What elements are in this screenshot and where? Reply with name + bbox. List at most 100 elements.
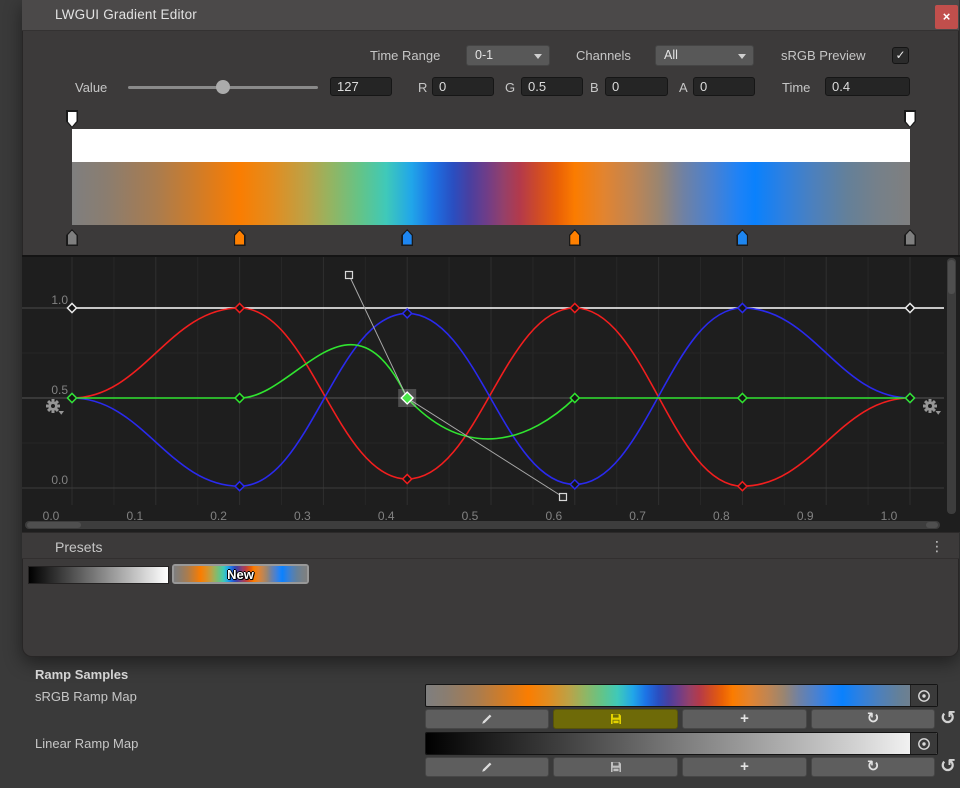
window-titlebar[interactable]: LWGUI Gradient Editor [22,0,959,31]
presets-menu-button[interactable]: ⋮ [930,539,944,553]
edit-ramp-button[interactable] [425,709,549,729]
gradient-color-bar[interactable] [72,162,910,225]
chevron-down-icon [534,54,542,59]
alpha-stop-marker[interactable] [904,110,916,128]
edit-ramp-button[interactable] [425,757,549,777]
curve-key[interactable] [905,393,914,402]
curve-key[interactable] [738,482,747,491]
a-label: A [679,80,688,95]
linear-ramp-gradient [426,733,937,754]
preset-black-to-white[interactable] [28,566,169,584]
floppy-save-icon [608,711,624,727]
save-ramp-button[interactable] [553,709,678,729]
object-picker-icon [916,736,932,752]
object-picker-icon [916,688,932,704]
check-icon: ✓ [895,48,905,62]
value-slider-handle[interactable] [216,80,230,94]
gear-icon[interactable] [46,399,60,413]
add-ramp-button[interactable]: + [682,757,807,777]
tangent-handle[interactable] [346,272,353,279]
close-icon: × [943,9,951,24]
curve-key[interactable] [235,482,244,491]
color-stop-marker[interactable] [66,229,78,246]
y-tick-label: 0.5 [51,383,68,397]
refresh-ramp-button[interactable]: ↻ [811,757,935,777]
presets-title: Presets [55,539,102,555]
refresh-icon: ↻ [867,758,880,776]
undo-button[interactable]: ↺ [940,709,956,728]
y-tick-label: 1.0 [51,293,68,307]
r-label: R [418,80,427,95]
time-range-label: Time Range [370,48,440,63]
color-stop-marker[interactable] [234,229,246,246]
curve-editor-panel[interactable]: 0.00.10.20.30.40.50.60.70.80.91.01.00.50… [22,255,960,532]
curve-key[interactable] [570,303,579,312]
color-stop-marker[interactable] [569,229,581,246]
ramp-samples-title: Ramp Samples [35,667,128,682]
save-ramp-button[interactable] [553,757,678,777]
b-field[interactable]: 0 [605,77,668,96]
plus-icon: + [740,758,749,776]
object-picker-button[interactable] [910,733,937,754]
preset-new-label: New [174,566,307,582]
undo-icon: ↺ [940,756,956,777]
curve-key[interactable] [67,393,76,402]
curve-key[interactable] [403,309,412,318]
b-label: B [590,80,599,95]
curve-editor[interactable]: 0.00.10.20.30.40.50.60.70.80.91.01.00.50… [22,257,960,532]
srgb-preview-label: sRGB Preview [781,48,866,63]
horizontal-scrollbar[interactable] [25,521,940,529]
r-field[interactable]: 0 [432,77,494,96]
undo-button[interactable]: ↺ [940,757,956,776]
add-ramp-button[interactable]: + [682,709,807,729]
time-field[interactable]: 0.4 [825,77,910,96]
g-field[interactable]: 0.5 [521,77,583,96]
curve-key[interactable] [738,393,747,402]
vertical-scrollbar-cap[interactable] [948,260,955,294]
object-picker-button[interactable] [910,685,937,706]
refresh-icon: ↻ [867,710,880,728]
close-button[interactable]: × [935,5,958,29]
curve-key[interactable] [738,303,747,312]
gear-icon[interactable] [923,399,937,413]
g-label: G [505,80,515,95]
presets-header: Presets ⋮ [22,532,959,559]
curve-key[interactable] [235,393,244,402]
curve-key[interactable] [403,474,412,483]
chevron-down-icon [738,54,746,59]
a-field[interactable]: 0 [693,77,755,96]
gear-dropdown-arrow-icon[interactable] [936,411,942,415]
srgb-ramp-preview[interactable] [425,684,938,707]
color-stop-marker[interactable] [904,229,916,246]
value-field[interactable]: 127 [330,77,392,96]
linear-ramp-preview[interactable] [425,732,938,755]
preset-new[interactable]: New [172,564,309,584]
color-stop-marker[interactable] [736,229,748,246]
time-label: Time [782,80,810,95]
floppy-save-icon [608,759,624,775]
horizontal-scrollbar-cap[interactable] [27,522,81,528]
undo-icon: ↺ [940,708,956,729]
curve-key[interactable] [905,303,914,312]
srgb-ramp-gradient [426,685,937,706]
tangent-handle[interactable] [560,494,567,501]
srgb-preview-checkbox[interactable]: ✓ [892,47,909,64]
channels-label: Channels [576,48,631,63]
alpha-stop-marker[interactable] [66,110,78,128]
refresh-ramp-button[interactable]: ↻ [811,709,935,729]
horizontal-scrollbar-cap-right[interactable] [926,522,938,528]
curve-key[interactable] [67,303,76,312]
y-tick-label: 0.0 [51,473,68,487]
time-range-dropdown[interactable]: 0-1 [466,45,550,66]
curve-key[interactable] [235,303,244,312]
channels-value: All [664,48,678,62]
value-label: Value [75,80,107,95]
channels-dropdown[interactable]: All [655,45,754,66]
gradient-alpha-bar[interactable] [72,129,910,162]
gear-dropdown-arrow-icon[interactable] [59,411,65,415]
window-title: LWGUI Gradient Editor [55,7,197,22]
linear-ramp-map-label: Linear Ramp Map [35,736,138,751]
color-stop-marker[interactable] [401,229,413,246]
plus-icon: + [740,710,749,728]
vertical-scrollbar[interactable] [947,258,956,514]
